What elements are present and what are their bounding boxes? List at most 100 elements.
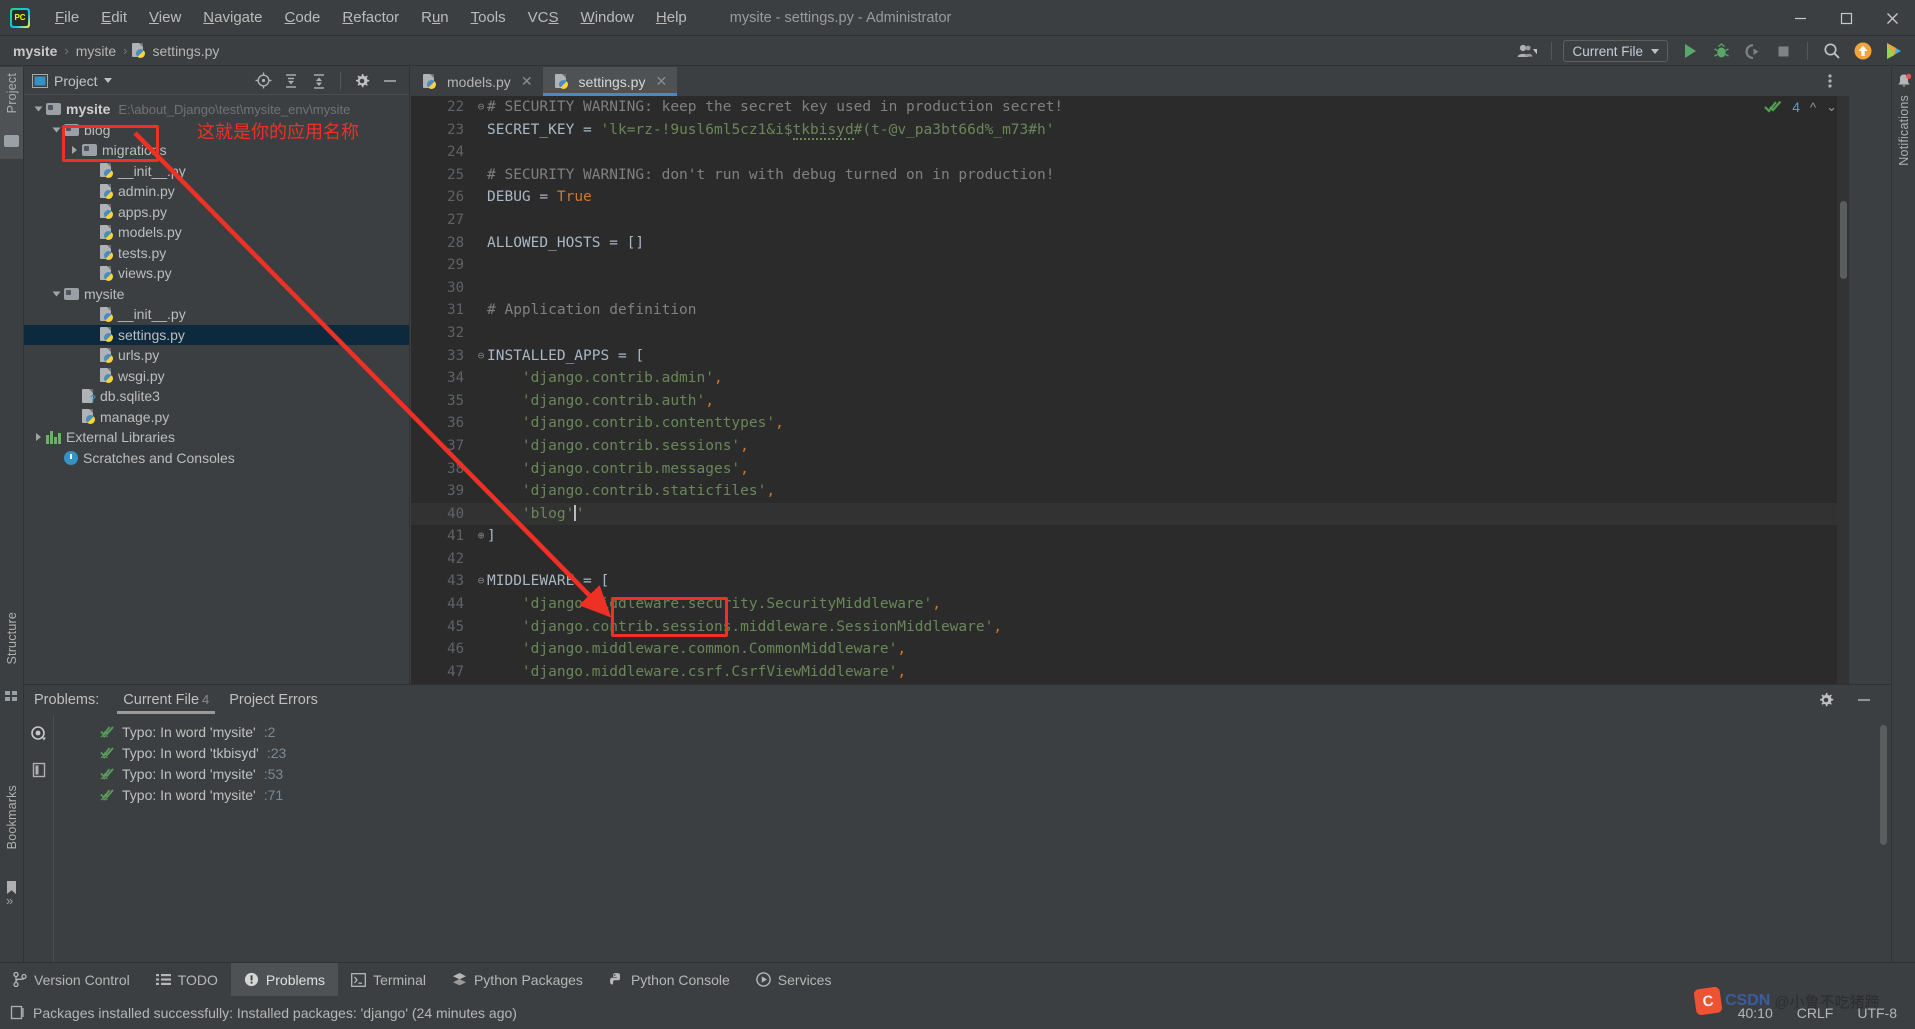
- menu-item-refactor[interactable]: Refactor: [331, 5, 410, 30]
- code-line[interactable]: 44 'django.middleware.security.SecurityM…: [411, 593, 1849, 616]
- code-line[interactable]: 28 ALLOWED_HOSTS = []: [411, 232, 1849, 255]
- expand-strip-button[interactable]: »: [6, 893, 13, 908]
- chevron-down-icon[interactable]: [103, 78, 112, 83]
- editor-marker-gutter[interactable]: [1837, 96, 1849, 684]
- tree-item-models-py[interactable]: models.py: [24, 222, 409, 243]
- code-line[interactable]: 35 'django.contrib.auth',: [411, 390, 1849, 413]
- select-opened-file-icon[interactable]: [250, 69, 276, 93]
- fold-marker-icon[interactable]: ⊕: [475, 525, 487, 548]
- debug-button[interactable]: [1708, 39, 1734, 63]
- tree-item-urls-py[interactable]: urls.py: [24, 345, 409, 366]
- previous-problem-icon[interactable]: ^: [1810, 100, 1816, 115]
- fold-marker-icon[interactable]: ⊖: [475, 345, 487, 368]
- run-with-coverage-button[interactable]: [1739, 39, 1765, 63]
- tool-window-todo[interactable]: TODO: [143, 963, 231, 997]
- code-line[interactable]: 31 # Application definition: [411, 299, 1849, 322]
- close-icon[interactable]: ✕: [655, 73, 667, 90]
- gear-icon[interactable]: [1813, 688, 1839, 712]
- code-line[interactable]: 24: [411, 141, 1849, 164]
- chevron-right-icon[interactable]: [66, 146, 82, 155]
- editor-tab-models-py[interactable]: models.py ✕: [411, 67, 543, 96]
- tree-item-manage-py[interactable]: manage.py: [24, 407, 409, 428]
- close-icon[interactable]: ✕: [521, 73, 533, 90]
- tool-window-python-packages[interactable]: Python Packages: [439, 963, 596, 997]
- code-line[interactable]: 33 ⊖ INSTALLED_APPS = [: [411, 345, 1849, 368]
- code-line[interactable]: 40 'blog' ': [411, 502, 1849, 526]
- code-line[interactable]: 47 'django.middleware.csrf.CsrfViewMiddl…: [411, 661, 1849, 684]
- menu-item-tools[interactable]: Tools: [460, 5, 517, 30]
- tool-window-version-control[interactable]: Version Control: [0, 963, 143, 997]
- code-line[interactable]: 39 'django.contrib.staticfiles',: [411, 480, 1849, 503]
- caret-position[interactable]: 40:10: [1738, 1005, 1773, 1021]
- tab-current-file[interactable]: Current File 4: [113, 687, 219, 714]
- tool-window-problems[interactable]: Problems: [230, 962, 339, 997]
- menu-item-vcs[interactable]: VCS: [517, 5, 570, 30]
- code-line[interactable]: 34 'django.contrib.admin',: [411, 367, 1849, 390]
- code-line[interactable]: 37 'django.contrib.sessions',: [411, 435, 1849, 458]
- menu-item-window[interactable]: Window: [570, 5, 645, 30]
- code-line[interactable]: 41 ⊕]: [411, 525, 1849, 548]
- tree-item-mysite[interactable]: mysite: [24, 284, 409, 305]
- tree-item-external-libraries[interactable]: External Libraries: [24, 427, 409, 448]
- sidebar-tab-project[interactable]: Project: [0, 67, 23, 159]
- event-log-icon[interactable]: [10, 1005, 25, 1020]
- code-line[interactable]: 29: [411, 254, 1849, 277]
- chevron-down-icon[interactable]: [30, 105, 46, 113]
- open-editor-preview-icon[interactable]: [31, 762, 47, 783]
- problem-row[interactable]: Typo: In word 'mysite':53: [54, 763, 1891, 784]
- code-line[interactable]: 46 'django.middleware.common.CommonMiddl…: [411, 638, 1849, 661]
- tree-item-db-sqlite3[interactable]: ? db.sqlite3: [24, 386, 409, 407]
- menu-item-view[interactable]: View: [138, 5, 192, 30]
- code-line[interactable]: 38 'django.contrib.messages',: [411, 458, 1849, 481]
- editor-vertical-scrollbar[interactable]: [1840, 201, 1847, 279]
- problem-row[interactable]: Typo: In word 'mysite':2: [54, 721, 1891, 742]
- code-line[interactable]: 45 'django.contrib.sessions.middleware.S…: [411, 616, 1849, 639]
- code-line[interactable]: 25 # SECURITY WARNING: don't run with deb…: [411, 164, 1849, 187]
- tree-item-scratches-and-consoles[interactable]: Scratches and Consoles: [24, 448, 409, 469]
- tool-window-services[interactable]: Services: [743, 963, 845, 997]
- menu-item-run[interactable]: Run: [410, 5, 460, 30]
- run-button[interactable]: [1677, 39, 1703, 63]
- stop-button[interactable]: [1770, 39, 1796, 63]
- maximize-button[interactable]: [1823, 0, 1869, 36]
- menu-item-help[interactable]: Help: [645, 5, 698, 30]
- tree-item-apps-py[interactable]: apps.py: [24, 202, 409, 223]
- menu-item-navigate[interactable]: Navigate: [192, 5, 273, 30]
- chevron-down-icon[interactable]: [48, 126, 64, 134]
- menu-item-code[interactable]: Code: [274, 5, 332, 30]
- hide-panel-icon[interactable]: [1851, 688, 1877, 712]
- tree-item--init-py[interactable]: __init__.py: [24, 161, 409, 182]
- problems-scrollbar[interactable]: [1880, 725, 1887, 845]
- hide-panel-icon[interactable]: [377, 69, 403, 93]
- code-editor[interactable]: 22 ⊖ # SECURITY WARNING: keep the secret k…: [411, 96, 1849, 684]
- chevron-right-icon[interactable]: [30, 433, 46, 442]
- breadcrumb-item-2[interactable]: settings.py: [150, 43, 223, 59]
- problem-row[interactable]: Typo: In word 'tkbisyd':23: [54, 742, 1891, 763]
- fold-marker-icon[interactable]: ⊖: [475, 96, 487, 119]
- menu-item-file[interactable]: File: [44, 5, 90, 30]
- collapse-all-icon[interactable]: [306, 69, 332, 93]
- tree-item-settings-py[interactable]: settings.py: [24, 324, 409, 345]
- code-line[interactable]: 27: [411, 209, 1849, 232]
- search-everywhere-icon[interactable]: [1819, 39, 1845, 63]
- ide-settings-icon[interactable]: [1881, 39, 1907, 63]
- close-button[interactable]: [1869, 0, 1915, 36]
- more-options-icon[interactable]: [1817, 69, 1843, 93]
- run-configuration-selector[interactable]: Current File: [1563, 40, 1668, 62]
- menu-item-edit[interactable]: Edit: [90, 5, 138, 30]
- project-tree[interactable]: mysite E:\about_Django\test\mysite_env\my…: [24, 95, 409, 468]
- tree-item-views-py[interactable]: views.py: [24, 263, 409, 284]
- breadcrumb-item-0[interactable]: mysite: [10, 43, 60, 59]
- tree-item-tests-py[interactable]: tests.py: [24, 243, 409, 264]
- code-line[interactable]: 42: [411, 548, 1849, 571]
- tab-project-errors[interactable]: Project Errors: [219, 687, 328, 714]
- code-lines[interactable]: 22 ⊖ # SECURITY WARNING: keep the secret k…: [411, 96, 1849, 684]
- gear-icon[interactable]: [349, 69, 375, 93]
- tool-window-terminal[interactable]: Terminal: [338, 963, 439, 997]
- tree-item-admin-py[interactable]: admin.py: [24, 181, 409, 202]
- tree-item-wsgi-py[interactable]: wsgi.py: [24, 366, 409, 387]
- code-line[interactable]: 26 DEBUG = True: [411, 186, 1849, 209]
- user-account-icon[interactable]: [1514, 39, 1540, 63]
- preview-icon[interactable]: [30, 725, 48, 748]
- code-line[interactable]: 32: [411, 322, 1849, 345]
